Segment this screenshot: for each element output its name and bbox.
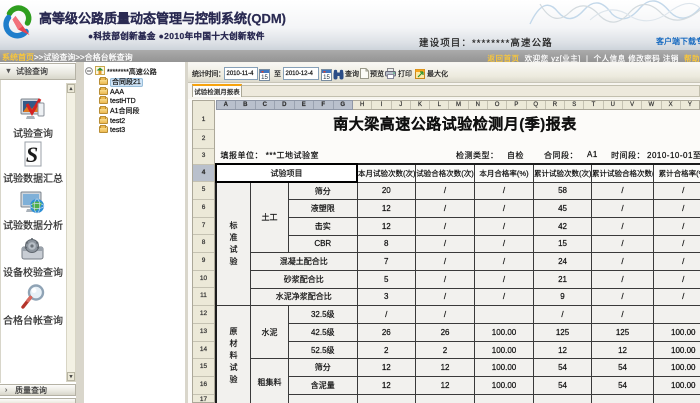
svg-text:S: S: [26, 142, 38, 167]
svg-text:15: 15: [261, 75, 268, 81]
svg-text:15: 15: [323, 75, 330, 81]
